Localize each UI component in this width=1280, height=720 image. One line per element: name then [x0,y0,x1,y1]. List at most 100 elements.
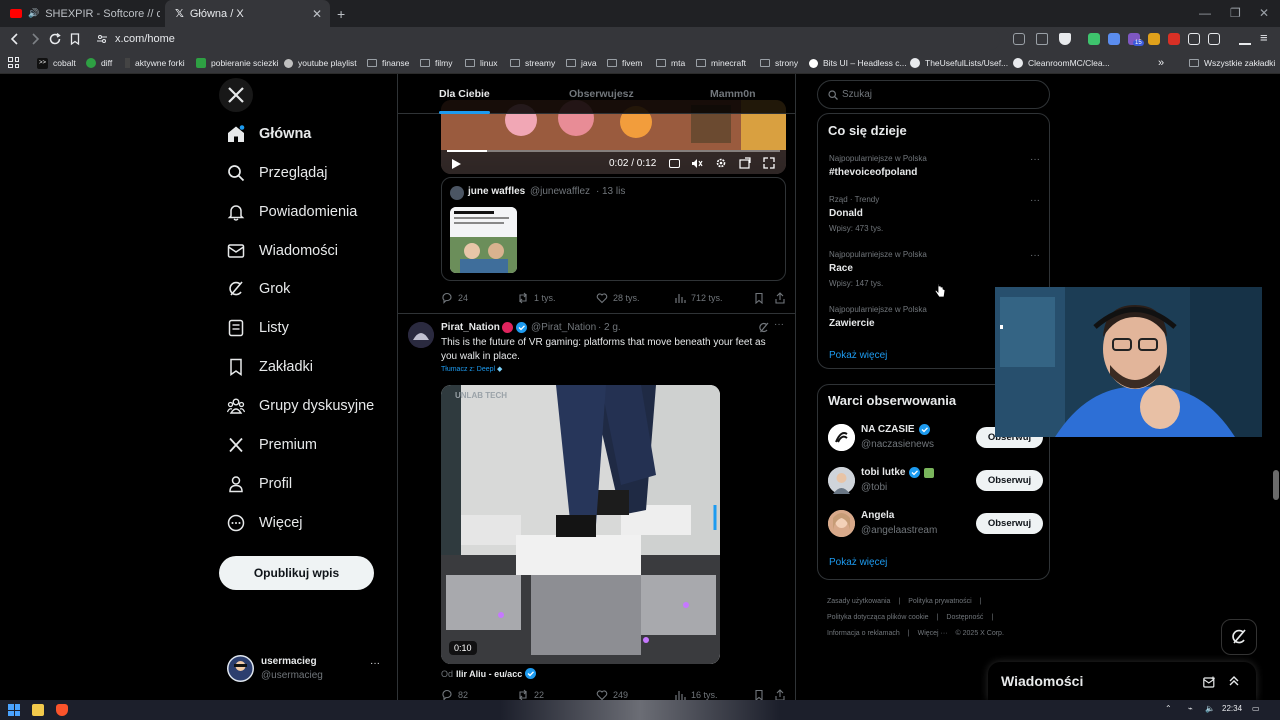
grok-icon[interactable] [758,322,769,333]
reply-button[interactable]: 82 [441,689,468,700]
views-button[interactable]: 712 tys. [674,292,723,304]
footer-link[interactable]: Polityka dotycząca plików cookie [827,614,929,621]
bookmark-folder[interactable]: finanse [367,52,409,74]
nav-item-communities[interactable]: Grupy dyskusyjne [219,389,374,423]
windows-start-icon[interactable] [8,704,20,716]
bookmark-icon[interactable] [753,689,765,700]
extension-yellow-icon[interactable] [1148,33,1160,45]
nav-item-explore[interactable]: Przeglądaj [219,156,328,190]
apps-grid-icon[interactable] [8,57,19,68]
extensions-puzzle-icon[interactable] [1188,33,1200,45]
close-window-icon[interactable]: ✕ [1259,6,1269,20]
bookmark-item[interactable]: pobieranie sciezki [196,52,279,74]
nav-item-bookmarks[interactable]: Zakładki [219,350,313,384]
footer-link[interactable]: Informacja o reklamach [827,630,900,637]
nav-item-messages[interactable]: Wiadomości [219,234,338,268]
tab-for-you[interactable]: Dla Ciebie [439,74,490,114]
quoted-tweet[interactable]: june waffles @junewafflez · 13 lis [441,177,786,281]
restore-icon[interactable]: ❐ [1230,6,1241,20]
translate-link[interactable]: Tłumacz z: Deepl ◆ [441,365,502,373]
brave-browser-icon[interactable] [56,704,68,716]
trends-show-more-link[interactable]: Pokaż więcej [829,350,887,361]
bookmark-icon[interactable] [753,292,765,304]
extension-blue-icon[interactable] [1108,33,1120,45]
nav-item-lists[interactable]: Listy [219,311,289,345]
bookmark-item[interactable]: diff [86,52,112,74]
video-source[interactable]: Od Ilir Aliu - eu/acc [441,668,537,679]
who-to-follow-show-more-link[interactable]: Pokaż więcej [829,557,887,568]
share-icon[interactable] [774,689,786,700]
bookmark-item[interactable]: CleanroomMC/Clea... [1013,52,1110,74]
share-icon[interactable] [774,292,786,304]
trend-item[interactable]: Najpopularniejsze w Polska #thevoiceofpo… [829,154,1044,186]
mute-icon[interactable] [691,158,703,169]
file-explorer-icon[interactable] [32,704,44,716]
nav-item-premium[interactable]: Premium [219,428,317,462]
pip-icon[interactable] [739,157,751,169]
reload-icon[interactable] [48,32,62,46]
new-tab-button[interactable]: + [333,0,353,27]
browser-tab-youtube[interactable]: 🔊 SHEXPIR - Softcore // chillphonk [0,0,160,27]
fullscreen-icon[interactable] [763,157,775,169]
bookmark-item[interactable]: TheUsefulLists/Usef... [910,52,1008,74]
nav-item-grok[interactable]: Grok [219,272,290,306]
captions-icon[interactable] [669,159,680,168]
footer-link[interactable]: Zasady użytkowania [827,598,890,605]
repost-button[interactable]: 1 tys. [517,292,556,304]
close-tab-icon[interactable]: ✕ [312,7,322,21]
footer-link[interactable]: Polityka prywatności [908,598,971,605]
trend-more-icon[interactable]: ··· [1030,154,1040,165]
browser-tab-x[interactable]: 𝕏 Główna / X ✕ [165,0,330,27]
tweet-video[interactable]: UNLAB TECH 0:10 [441,385,720,664]
nav-item-more[interactable]: Więcej [219,506,303,540]
page-scrollbar[interactable] [1272,74,1280,700]
trend-more-icon[interactable]: ··· [1030,195,1040,206]
bookmark-folder[interactable]: filmy [420,52,452,74]
follow-suggestion[interactable]: Angela @angelaastream Obserwuj [828,508,1043,540]
nav-item-profile[interactable]: Profil [219,467,292,501]
bookmark-folder[interactable]: minecraft [696,52,746,74]
search-input[interactable]: Szukaj [817,80,1050,109]
tweet-author-name[interactable]: Pirat_Nation [441,322,500,333]
clock[interactable]: 22:34 [1222,704,1242,713]
tray-chevron-icon[interactable]: ⌃ [1165,704,1172,713]
media-control-icon[interactable] [1239,33,1251,45]
screen-cast-icon[interactable] [1013,33,1025,45]
bookmark-item[interactable]: youtube playlist [284,52,357,74]
back-icon[interactable] [8,32,22,46]
views-button[interactable]: 16 tys. [674,689,718,700]
volume-icon[interactable]: 🔈 [1205,704,1215,713]
bookmarks-overflow-button[interactable]: » [1158,52,1164,74]
bookmark-folder[interactable]: streamy [510,52,555,74]
follow-suggestion[interactable]: tobi lutke @tobi Obserwuj [828,465,1043,497]
bookmark-folder[interactable]: linux [465,52,497,74]
nav-item-home[interactable]: Główna [219,117,311,151]
sidebar-toggle-icon[interactable] [1208,33,1220,45]
bookmark-item[interactable]: >> cobalt [37,52,76,74]
extension-red-icon[interactable] [1168,33,1180,45]
footer-link[interactable]: Dostępność [946,614,983,621]
share-icon[interactable] [1036,33,1048,45]
tab-following[interactable]: Obserwujesz [569,74,634,114]
new-message-icon[interactable] [1203,676,1216,688]
brave-shield-icon[interactable] [1059,33,1071,45]
menu-icon[interactable]: ≡ [1260,30,1268,45]
tweet[interactable]: Pirat_Nation @Pirat_Nation · 2 g. ··· Th… [398,314,795,700]
extension-green-icon[interactable] [1088,33,1100,45]
publish-button[interactable]: Opublikuj wpis [219,556,374,590]
chevron-up-double-icon[interactable] [1228,675,1240,687]
nav-item-notifications[interactable]: Powiadomienia [219,195,357,229]
trend-more-icon[interactable]: ··· [1030,250,1040,261]
network-icon[interactable]: ⌁ [1188,704,1193,713]
x-logo-button[interactable] [219,78,253,112]
account-more-icon[interactable]: ··· [370,658,380,669]
minimize-icon[interactable]: — [1199,6,1211,20]
bookmark-folder[interactable]: strony [760,52,798,74]
tab-mammon[interactable]: Mamm0n [710,74,756,114]
bookmark-item[interactable]: aktywne forki [125,52,185,74]
all-bookmarks-button[interactable]: Wszystkie zakładki [1189,52,1275,74]
scrollbar-thumb[interactable] [1273,470,1279,500]
quoted-image[interactable] [450,207,517,273]
play-icon[interactable] [451,159,461,169]
follow-button[interactable]: Obserwuj [976,513,1043,534]
